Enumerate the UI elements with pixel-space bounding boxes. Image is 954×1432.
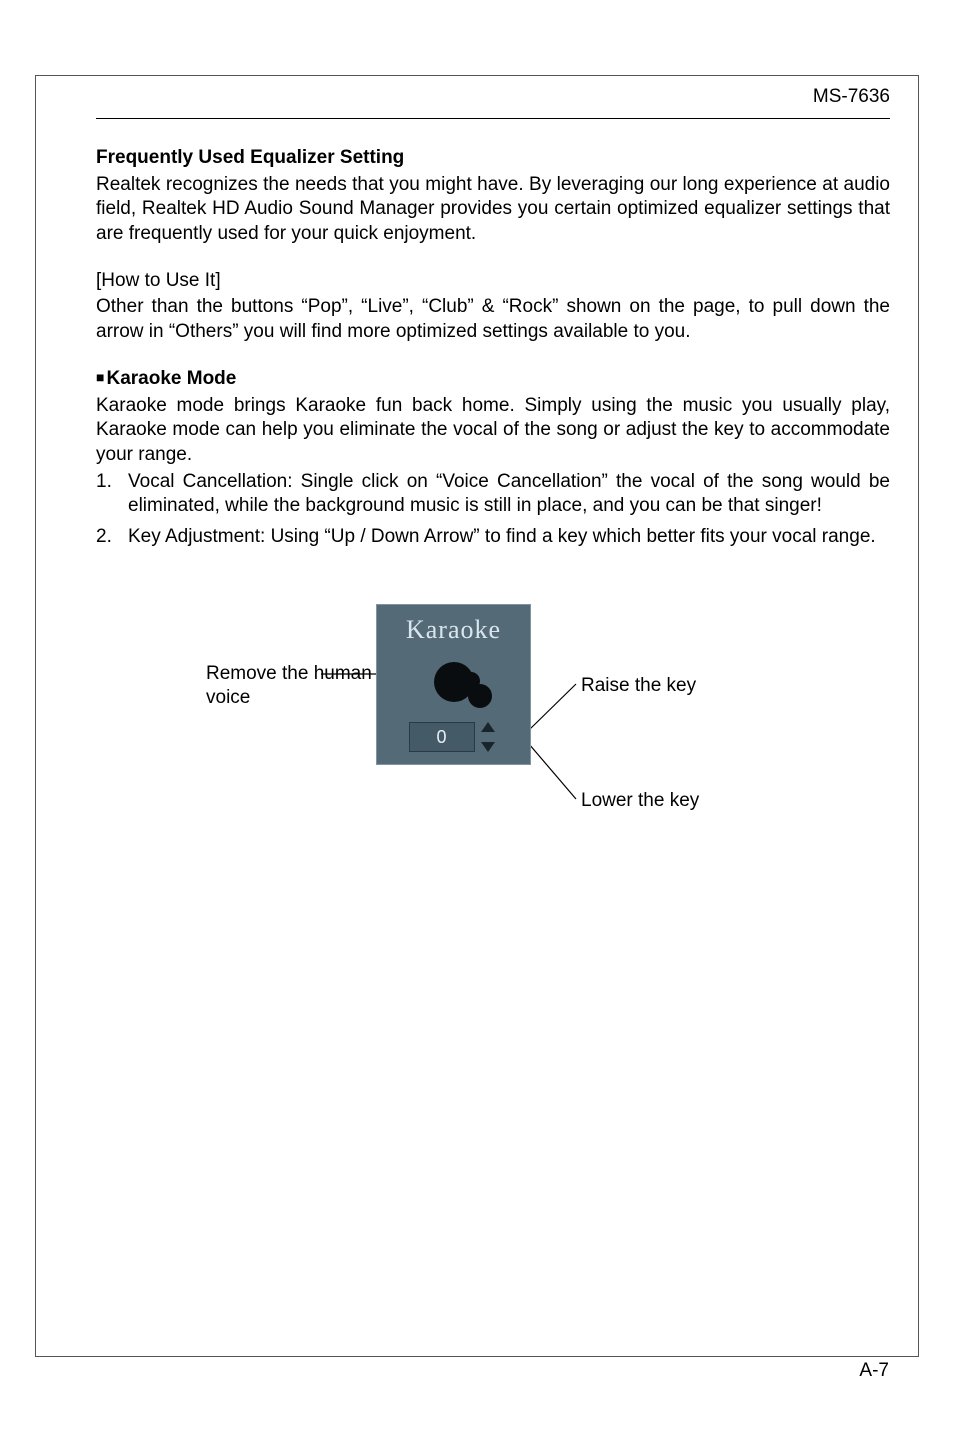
header-rule	[96, 118, 890, 119]
karaoke-list: 1. Vocal Cancellation: Single click on “V…	[96, 470, 890, 550]
list-item: 2. Key Adjustment: Using “Up / Down Arrow…	[96, 525, 890, 550]
karaoke-panel: Karaoke 0	[376, 604, 531, 766]
page-frame: MS-7636 Frequently Used Equalizer Settin…	[35, 75, 919, 1357]
list-item: 1. Vocal Cancellation: Single click on “V…	[96, 470, 890, 519]
list-number: 1.	[96, 470, 112, 495]
list-number: 2.	[96, 525, 112, 550]
howto-text: Other than the buttons “Pop”, “Live”, “C…	[96, 295, 890, 344]
eq-description: Realtek recognizes the needs that you mi…	[96, 173, 890, 247]
person-speaking-icon	[434, 662, 474, 702]
voice-cancellation-button[interactable]	[377, 652, 530, 712]
key-value-display: 0	[409, 722, 475, 752]
doc-id-header: MS-7636	[813, 86, 890, 108]
key-arrow-buttons	[481, 722, 499, 752]
karaoke-heading: ■Karaoke Mode	[96, 367, 890, 392]
page-number: A-7	[859, 1360, 889, 1382]
karaoke-panel-title: Karaoke	[377, 605, 530, 653]
callout-raise-key: Raise the key	[581, 674, 696, 699]
key-up-button[interactable]	[481, 722, 495, 732]
bullet-square-icon: ■	[96, 369, 104, 385]
karaoke-heading-text: Karaoke Mode	[106, 368, 236, 389]
karaoke-figure: Remove the human voice Raise the key Low…	[96, 604, 890, 864]
key-down-button[interactable]	[481, 742, 495, 752]
content-area: Frequently Used Equalizer Setting Realte…	[96, 146, 890, 864]
howto-label: [How to Use It]	[96, 269, 890, 294]
eq-section-title: Frequently Used Equalizer Setting	[96, 146, 890, 171]
karaoke-description: Karaoke mode brings Karaoke fun back hom…	[96, 394, 890, 468]
callout-lower-key: Lower the key	[581, 789, 699, 814]
key-adjust-row: 0	[377, 722, 530, 752]
list-item-text: Key Adjustment: Using “Up / Down Arrow” …	[128, 526, 876, 547]
callout-remove-voice: Remove the human voice	[206, 662, 376, 711]
list-item-text: Vocal Cancellation: Single click on “Voi…	[128, 471, 890, 517]
